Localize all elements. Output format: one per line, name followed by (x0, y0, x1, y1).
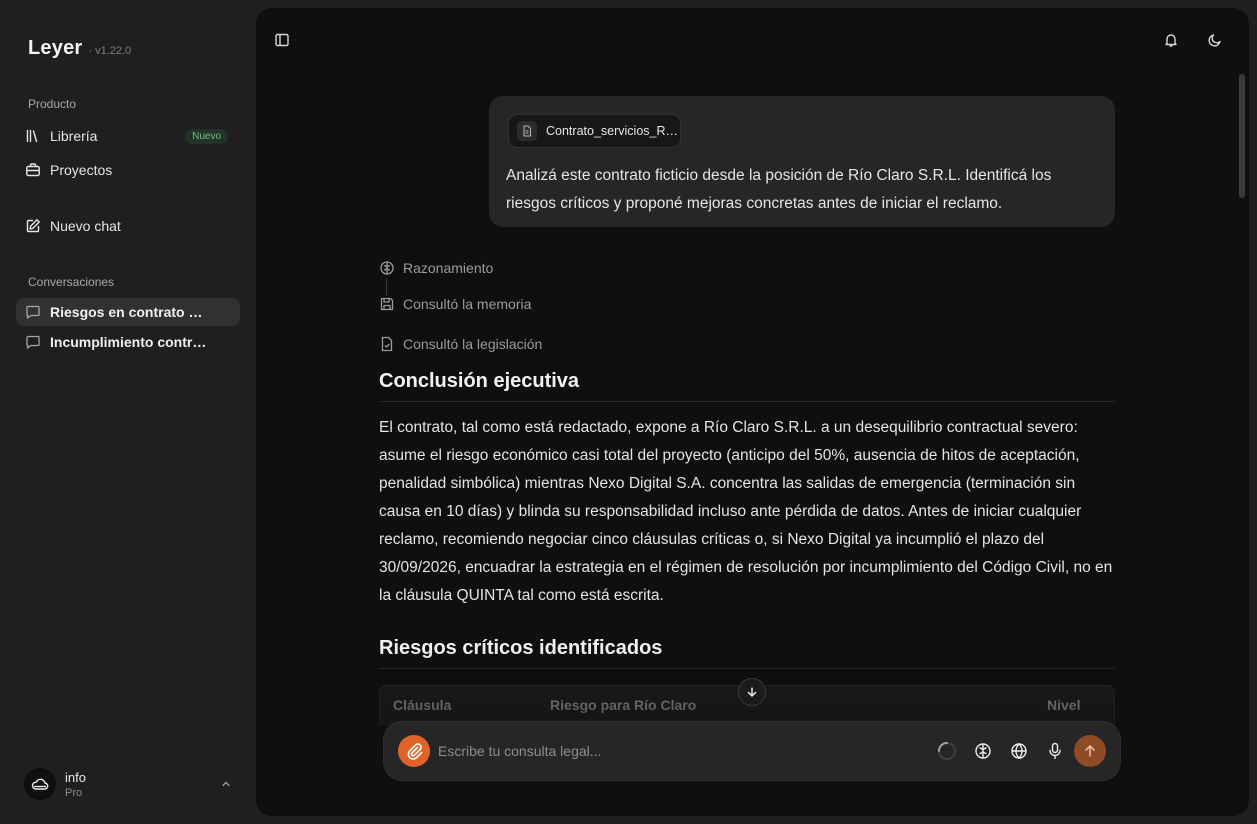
file-icon (517, 121, 537, 141)
moon-icon (1208, 34, 1221, 47)
save-icon (380, 297, 394, 311)
theme-toggle-button[interactable] (1201, 26, 1229, 54)
brain-icon (380, 261, 394, 275)
scrollbar-thumb[interactable] (1239, 74, 1245, 198)
chevron-up-icon (222, 781, 230, 787)
table-header-risk: Riesgo para Río Claro (550, 697, 697, 713)
app-version: · v1.22.0 (88, 45, 132, 57)
product-section-label: Producto (28, 97, 77, 111)
globe-icon (1011, 743, 1027, 759)
user-message: Contrato_servicios_Rio_Claro.pdf Analizá… (489, 96, 1115, 227)
new-chat-label: Nuevo chat (50, 218, 121, 234)
briefcase-icon (26, 163, 40, 177)
voice-input-button[interactable] (1041, 737, 1069, 765)
attach-button[interactable] (398, 735, 430, 767)
sidebar-item-projects[interactable]: Proyectos (16, 156, 240, 184)
microphone-icon (1049, 742, 1061, 760)
scroll-to-bottom-button[interactable] (738, 678, 766, 706)
step-label: Consultó la memoria (403, 296, 532, 312)
attachment-name: Contrato_servicios_Rio_Claro.pdf (546, 124, 678, 138)
step-label: Razonamiento (403, 260, 494, 276)
step-legislation[interactable]: Consultó la legislación (379, 336, 542, 352)
sidebar-toggle-icon (275, 33, 289, 47)
loading-spinner (933, 737, 961, 765)
edit-icon (26, 219, 40, 233)
reasoning-toggle-button[interactable] (969, 737, 997, 765)
user-plan: Pro (65, 786, 83, 799)
sidebar: Leyer · v1.22.0 Producto Librería Nuevo … (0, 0, 256, 824)
chat-bubble-icon (26, 335, 40, 349)
step-memory[interactable]: Consultó la memoria (379, 296, 531, 312)
conversations-section-label: Conversaciones (28, 275, 115, 289)
conversation-item[interactable]: Incumplimiento contractual (16, 328, 240, 356)
paperclip-icon (407, 743, 423, 760)
send-button[interactable] (1074, 735, 1106, 767)
sidebar-item-library[interactable]: Librería Nuevo (16, 122, 240, 150)
arrow-up-icon (1085, 745, 1095, 757)
chat-panel: Contrato_servicios_Rio_Claro.pdf Analizá… (256, 8, 1249, 816)
new-chat-button[interactable]: Nuevo chat (16, 212, 240, 240)
app-name: Leyer (28, 37, 83, 59)
brand[interactable]: Leyer · v1.22.0 (28, 37, 131, 60)
library-icon (26, 129, 38, 143)
table-header-level: Nivel (1047, 697, 1081, 713)
toggle-sidebar-button[interactable] (268, 26, 296, 54)
brain-icon (975, 743, 991, 759)
spinner-icon (938, 742, 956, 760)
chat-bubble-icon (26, 305, 40, 319)
composer (384, 722, 1120, 780)
cloud-icon (31, 778, 49, 790)
sidebar-item-label: Proyectos (50, 162, 113, 178)
conversation-label: Riesgos en contrato de servicios (50, 304, 208, 320)
sidebar-item-label: Librería (50, 128, 98, 144)
section-heading-conclusion: Conclusión ejecutiva (379, 370, 580, 392)
chat-input[interactable] (438, 736, 858, 766)
step-label: Consultó la legislación (403, 336, 543, 352)
section-divider (379, 668, 1115, 669)
user-menu[interactable]: info Pro (24, 766, 240, 802)
attachment-chip[interactable]: Contrato_servicios_Rio_Claro.pdf (508, 114, 681, 148)
step-reasoning[interactable]: Razonamiento (379, 260, 493, 276)
section-heading-risks: Riesgos críticos identificados (379, 637, 663, 659)
user-name: info (65, 769, 86, 785)
table-header-clause: Cláusula (393, 697, 452, 713)
new-badge: Nuevo (185, 128, 228, 144)
arrow-down-icon (747, 687, 757, 697)
step-connector (386, 278, 387, 296)
document-check-icon (381, 336, 393, 352)
web-search-button[interactable] (1005, 737, 1033, 765)
user-message-text: Analizá este contrato ficticio desde la … (506, 167, 1052, 212)
conversation-label: Incumplimiento contractual (50, 334, 208, 350)
conclusion-paragraph: El contrato, tal como está redactado, ex… (379, 419, 1113, 604)
conversation-item-active[interactable]: Riesgos en contrato de servicios (16, 298, 240, 326)
section-divider (379, 401, 1115, 402)
notifications-button[interactable] (1157, 26, 1185, 54)
bell-icon (1165, 34, 1177, 47)
avatar (24, 768, 56, 800)
